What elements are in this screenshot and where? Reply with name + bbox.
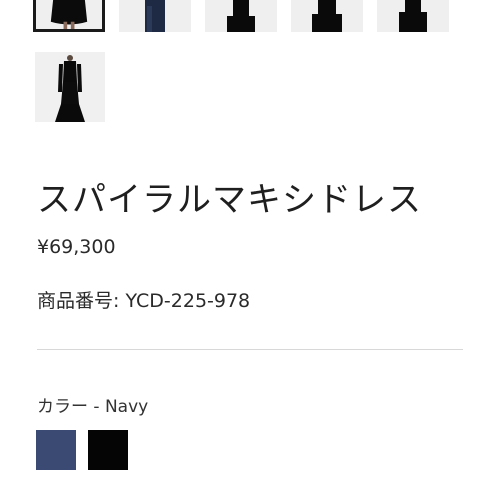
dress-photo-icon xyxy=(36,0,102,29)
dress-photo-icon xyxy=(377,0,449,32)
thumbnail-6[interactable] xyxy=(35,52,105,122)
color-swatches xyxy=(36,430,128,470)
thumbnail-4[interactable] xyxy=(291,0,363,32)
thumbnail-3[interactable] xyxy=(205,0,277,32)
thumbnail-2[interactable] xyxy=(119,0,191,32)
color-swatch-black[interactable] xyxy=(88,430,128,470)
product-title: スパイラルマキシドレス xyxy=(37,180,422,220)
thumbnail-gallery xyxy=(33,0,449,32)
product-sku: 商品番号: YCD-225-978 xyxy=(37,290,251,312)
dress-photo-icon xyxy=(205,0,277,32)
dress-photo-icon xyxy=(291,0,363,32)
dress-photo-icon xyxy=(35,52,105,122)
dress-photo-icon xyxy=(119,0,191,32)
color-label: カラー - Navy xyxy=(37,397,149,417)
thumbnail-1[interactable] xyxy=(33,0,105,32)
color-swatch-navy[interactable] xyxy=(36,430,76,470)
thumbnail-5[interactable] xyxy=(377,0,449,32)
product-price: ¥69,300 xyxy=(37,236,116,258)
thumbnail-gallery-row-2 xyxy=(35,52,105,122)
divider xyxy=(37,349,463,350)
